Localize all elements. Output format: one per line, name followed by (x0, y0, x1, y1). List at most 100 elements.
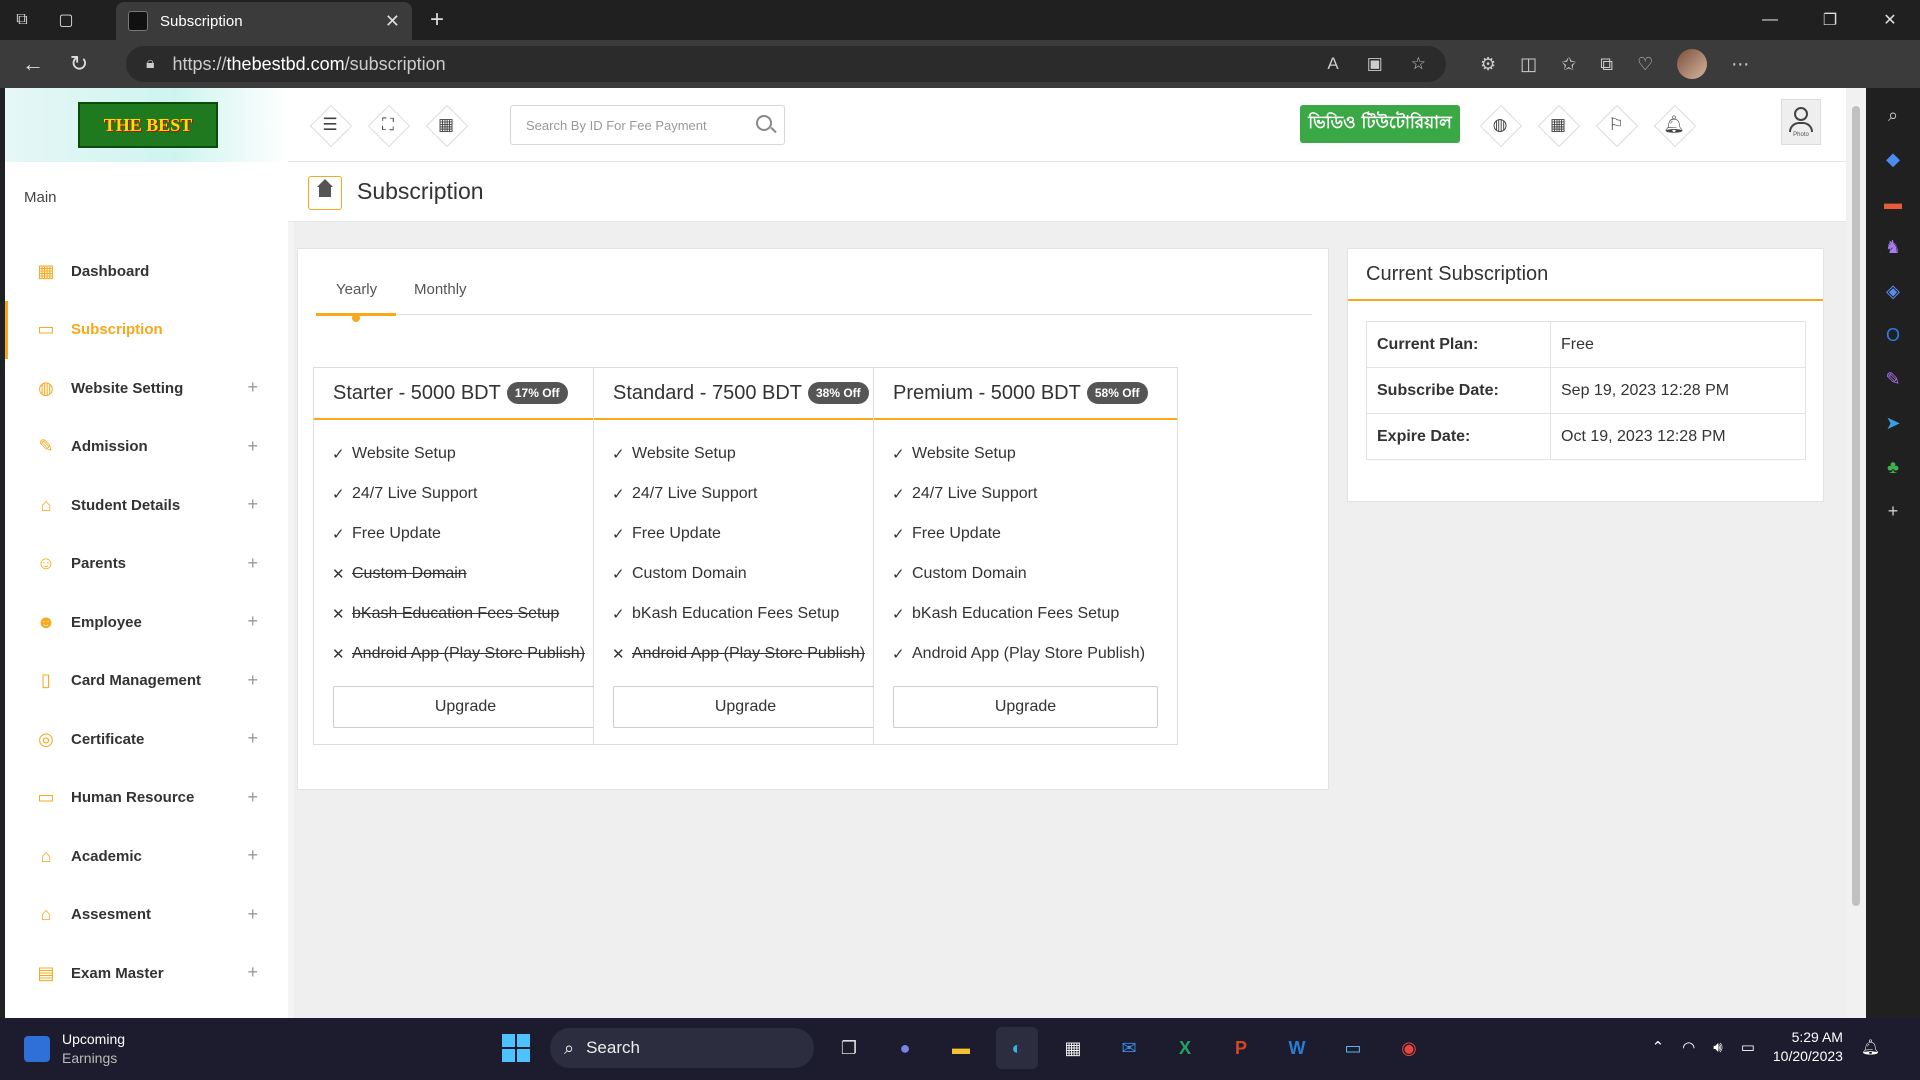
expand-plus-icon[interactable]: + (247, 377, 258, 398)
refresh-icon[interactable]: ↻ (56, 44, 102, 84)
upgrade-button[interactable]: Upgrade (333, 686, 598, 728)
sidebar-item-certificate[interactable]: ◎ Certificate + (5, 710, 288, 769)
close-tab-icon[interactable]: ✕ (385, 11, 400, 32)
collections-icon[interactable]: ⧉ (1600, 54, 1613, 75)
sidebar-item-exam-master[interactable]: ▤ Exam Master + (5, 944, 288, 1003)
extensions-icon[interactable]: ⚙ (1480, 54, 1496, 75)
new-tab-button[interactable]: + (420, 4, 454, 36)
sidebar-tools-icon[interactable]: ▬ (1880, 190, 1906, 216)
expand-plus-icon[interactable]: + (247, 494, 258, 515)
address-bar[interactable]: 🔒︎ https://thebestbd.com/subscription A … (126, 46, 1446, 82)
maximize-icon[interactable]: ❐ (1800, 0, 1860, 40)
sidebar-games-icon[interactable]: ♞ (1880, 234, 1906, 260)
sidebar-shopping-icon[interactable]: ◆ (1880, 146, 1906, 172)
expand-plus-icon[interactable]: + (247, 611, 258, 632)
home-button[interactable] (308, 176, 342, 210)
expand-plus-icon[interactable]: + (247, 670, 258, 691)
the-best-logo[interactable]: THE BEST (78, 102, 218, 148)
expand-plus-icon[interactable]: + (247, 553, 258, 574)
mail-icon[interactable]: ✉ (1108, 1027, 1150, 1069)
word-icon[interactable]: W (1276, 1027, 1318, 1069)
sidebar-item-academic[interactable]: ⌂ Academic + (5, 827, 288, 886)
taskbar-search-label: Search (586, 1038, 640, 1057)
performance-icon[interactable]: ♡ (1637, 54, 1653, 75)
user-profile-button[interactable]: Photo (1781, 99, 1821, 145)
menu-toggle-button[interactable]: ☰ (310, 105, 350, 145)
page-title: Subscription (357, 178, 484, 204)
chrome-icon[interactable]: ◉ (1388, 1027, 1430, 1069)
volume-icon[interactable]: 🔊︎ (1713, 1039, 1722, 1056)
sidebar-outlook-icon[interactable]: O (1880, 322, 1906, 348)
browser-profile-avatar[interactable] (1677, 49, 1708, 79)
sidebar-item-parents[interactable]: ☺ Parents + (5, 535, 288, 594)
tab-actions-icon[interactable]: ▢ (44, 0, 88, 40)
edge-icon[interactable]: ◐ (996, 1027, 1038, 1069)
split-screen-icon[interactable]: ◫ (1520, 54, 1537, 75)
scrollbar-thumb[interactable] (1852, 106, 1860, 906)
language-button[interactable]: ◍ (1480, 105, 1520, 145)
expand-plus-icon[interactable]: + (247, 904, 258, 925)
discount-badge: 38% Off (808, 382, 869, 404)
sidebar-item-assesment[interactable]: ⌂ Assesment + (5, 886, 288, 945)
search-icon[interactable] (756, 115, 772, 131)
tab-monthly[interactable]: Monthly (414, 281, 467, 298)
fee-search-input[interactable] (526, 117, 746, 133)
sidebar-search-icon[interactable]: ⌕ (1880, 102, 1906, 128)
page-scrollbar[interactable] (1846, 88, 1866, 1018)
sidebar-add-icon[interactable]: + (1880, 498, 1906, 524)
expand-plus-icon[interactable]: + (247, 787, 258, 808)
sidebar-item-dashboard[interactable]: ▦ Dashboard (5, 242, 288, 301)
apps-grid-button[interactable]: ▦ (426, 105, 466, 145)
notifications-button[interactable]: 🔔︎ (1654, 105, 1694, 145)
system-clock[interactable]: 5:29 AM 10/20/2023 (1773, 1028, 1843, 1066)
sidebar-item-subscription[interactable]: ▭ Subscription (5, 300, 288, 359)
sidebar-item-human-resource[interactable]: ▭ Human Resource + (5, 769, 288, 828)
fullscreen-button[interactable]: ⛶ (368, 105, 408, 145)
sidebar-send-icon[interactable]: ➤ (1880, 410, 1906, 436)
sidebar-item-website-setting[interactable]: ◍ Website Setting + (5, 359, 288, 418)
sidebar-item-admission[interactable]: ✎ Admission + (5, 418, 288, 477)
sidebar-tree-icon[interactable]: ♣ (1880, 454, 1906, 480)
powerpoint-icon[interactable]: P (1220, 1027, 1262, 1069)
favorite-star-icon[interactable]: ☆ (1411, 54, 1426, 74)
task-view-icon[interactable]: ❐ (828, 1027, 870, 1069)
store-icon[interactable]: ▦ (1052, 1027, 1094, 1069)
read-aloud-icon[interactable]: A (1327, 54, 1338, 74)
flag-button[interactable]: ⚐ (1596, 105, 1636, 145)
sidebar-item-student-details[interactable]: ⌂ Student Details + (5, 476, 288, 535)
browser-tab-active[interactable]: Subscription ✕ (116, 2, 412, 40)
table-row: Subscribe Date: Sep 19, 2023 12:28 PM (1366, 367, 1806, 414)
excel-icon[interactable]: X (1164, 1027, 1206, 1069)
file-explorer-icon[interactable]: ▬ (940, 1027, 982, 1069)
minimize-icon[interactable]: — (1740, 0, 1800, 40)
notification-bell-icon[interactable]: 🔔︎ (1861, 1038, 1880, 1056)
close-window-icon[interactable]: ✕ (1860, 0, 1920, 40)
remote-desktop-icon[interactable]: ▭ (1332, 1027, 1374, 1069)
immersive-reader-icon[interactable]: ▣ (1367, 54, 1383, 74)
calendar-button[interactable]: ▦ (1538, 105, 1578, 145)
sidebar-item-card-management[interactable]: ▯ Card Management + (5, 652, 288, 711)
wifi-icon[interactable]: ◠ (1682, 1038, 1695, 1056)
workspaces-icon[interactable]: ⧉ (0, 0, 44, 40)
sidebar-designer-icon[interactable]: ✎ (1880, 366, 1906, 392)
tray-overflow-icon[interactable]: ⌃ (1652, 1038, 1665, 1056)
expand-plus-icon[interactable]: + (247, 962, 258, 983)
upgrade-button[interactable]: Upgrade (893, 686, 1158, 728)
weather-widget[interactable]: Upcoming Earnings (24, 1030, 125, 1068)
expand-plus-icon[interactable]: + (247, 728, 258, 749)
start-button[interactable] (496, 1028, 536, 1068)
cross-icon: ✕ (332, 646, 345, 663)
sidebar-item-employee[interactable]: ☻ Employee + (5, 593, 288, 652)
back-icon[interactable]: ← (10, 44, 56, 84)
favorites-icon[interactable]: ✩ (1561, 54, 1576, 75)
expand-plus-icon[interactable]: + (247, 845, 258, 866)
teams-icon[interactable]: ● (884, 1027, 926, 1069)
video-tutorial-button[interactable]: ভিডিও টিউটোরিয়াল (1300, 105, 1460, 143)
expand-plus-icon[interactable]: + (247, 436, 258, 457)
upgrade-button[interactable]: Upgrade (613, 686, 878, 728)
tab-yearly[interactable]: Yearly (336, 281, 377, 298)
more-menu-icon[interactable]: ⋯ (1731, 54, 1749, 75)
sidebar-copilot-icon[interactable]: ◈ (1880, 278, 1906, 304)
taskbar-search[interactable]: ⌕ Search (550, 1028, 814, 1068)
battery-icon[interactable]: ▭ (1741, 1038, 1755, 1056)
